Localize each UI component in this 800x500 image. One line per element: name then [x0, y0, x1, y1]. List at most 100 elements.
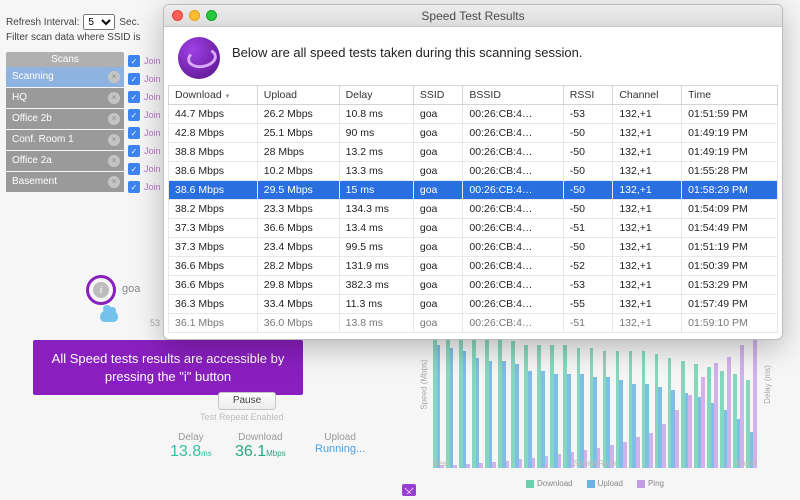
remove-scan-icon[interactable]: × — [108, 113, 120, 125]
remove-scan-icon[interactable]: × — [108, 176, 120, 188]
join-link[interactable]: Join — [144, 92, 161, 102]
bar-group — [720, 357, 731, 468]
checkbox-icon[interactable]: ✓ — [128, 91, 140, 103]
bar-group — [433, 325, 444, 468]
scan-item[interactable]: Basement× — [6, 172, 124, 192]
scan-list: Scanning×HQ×Office 2b×Conf. Room 1×Offic… — [6, 67, 124, 192]
checkbox-icon[interactable]: ✓ — [128, 145, 140, 157]
info-icon[interactable]: i — [93, 282, 109, 298]
column-header[interactable]: Delay — [339, 86, 413, 105]
speed-rank-chart: Speed (Mbps) Delay (ms) Best Speed Rank … — [405, 320, 785, 490]
table-row[interactable]: 37.3 Mbps36.6 Mbps13.4 msgoa00:26:CB:4…-… — [169, 219, 778, 238]
bar-group — [446, 329, 457, 469]
scan-item[interactable]: Office 2b× — [6, 109, 124, 129]
bar-group — [655, 354, 666, 468]
filter-row: Filter scan data where SSID is — [6, 32, 141, 43]
sort-indicator-icon: ▾ — [226, 93, 230, 100]
checkbox-icon[interactable]: ✓ — [128, 127, 140, 139]
join-link[interactable]: Join — [144, 182, 161, 192]
bar-group — [563, 345, 574, 468]
x-axis-label: Speed Rank — [405, 459, 785, 468]
table-row[interactable]: 36.6 Mbps28.2 Mbps131.9 msgoa00:26:CB:4…… — [169, 257, 778, 276]
instruction-callout: All Speed tests results are accessible b… — [33, 340, 303, 395]
column-header[interactable]: Channel — [613, 86, 682, 105]
join-link[interactable]: Join — [144, 164, 161, 174]
bar-group — [485, 335, 496, 468]
speed-test-results-window: Speed Test Results Below are all speed t… — [163, 4, 783, 340]
bar-group — [577, 348, 588, 468]
table-row[interactable]: 36.6 Mbps29.8 Mbps382.3 msgoa00:26:CB:4…… — [169, 276, 778, 295]
info-button-highlight: i — [86, 275, 116, 305]
column-header[interactable]: BSSID — [463, 86, 563, 105]
scan-item[interactable]: Office 2a× — [6, 151, 124, 171]
table-row[interactable]: 42.8 Mbps25.1 Mbps90 msgoa00:26:CB:4…-50… — [169, 124, 778, 143]
delay-metric: Delay 13.8ms — [170, 432, 212, 461]
join-link[interactable]: Join — [144, 146, 161, 156]
bar-group — [629, 351, 640, 468]
table-row[interactable]: 36.1 Mbps36.0 Mbps13.8 msgoa00:26:CB:4…-… — [169, 314, 778, 333]
checkbox-icon[interactable]: ✓ — [128, 55, 140, 67]
table-row[interactable]: 37.3 Mbps23.4 Mbps99.5 msgoa00:26:CB:4…-… — [169, 238, 778, 257]
table-row[interactable]: 44.7 Mbps26.2 Mbps10.8 msgoa00:26:CB:4…-… — [169, 105, 778, 124]
bar-group — [498, 338, 509, 468]
test-repeat-label: Test Repeat Enabled — [200, 412, 284, 422]
bar-group — [733, 345, 744, 468]
cloud-icon[interactable] — [100, 310, 118, 322]
bar-group — [459, 332, 470, 468]
scan-item[interactable]: Scanning× — [6, 67, 124, 87]
join-link[interactable]: Join — [144, 56, 161, 66]
table-row[interactable]: 36.3 Mbps33.4 Mbps11.3 msgoa00:26:CB:4…-… — [169, 295, 778, 314]
table-row[interactable]: 38.2 Mbps23.3 Mbps134.3 msgoa00:26:CB:4…… — [169, 200, 778, 219]
filter-label: Filter scan data where SSID is — [6, 32, 141, 43]
remove-scan-icon[interactable]: × — [108, 155, 120, 167]
table-row[interactable]: 38.6 Mbps10.2 Mbps13.3 msgoa00:26:CB:4…-… — [169, 162, 778, 181]
y-axis-right-label: Delay (ms) — [763, 365, 772, 404]
column-header[interactable]: Upload — [257, 86, 339, 105]
window-titlebar[interactable]: Speed Test Results — [164, 5, 782, 27]
window-minimize-button[interactable] — [189, 10, 200, 21]
selected-ssid-label: goa — [122, 283, 140, 295]
bar-group — [668, 358, 679, 468]
bar-group — [550, 345, 561, 468]
join-link[interactable]: Join — [144, 110, 161, 120]
modal-message: Below are all speed tests taken during t… — [232, 45, 582, 60]
join-link[interactable]: Join — [144, 128, 161, 138]
results-table[interactable]: Download▾UploadDelaySSIDBSSIDRSSIChannel… — [168, 85, 778, 333]
app-icon — [178, 37, 220, 79]
x-axis-worst: Worst — [736, 459, 757, 468]
scan-item[interactable]: Conf. Room 1× — [6, 130, 124, 150]
upload-metric: Upload Running... — [315, 432, 365, 455]
scans-header: Scans — [6, 52, 124, 67]
bar-group — [642, 351, 653, 468]
scan-item[interactable]: HQ× — [6, 88, 124, 108]
bar-group — [524, 345, 535, 468]
remove-scan-icon[interactable]: × — [108, 92, 120, 104]
column-header[interactable]: Download▾ — [169, 86, 258, 105]
bar-group — [746, 331, 757, 468]
chart-type-icon[interactable] — [402, 484, 416, 496]
join-link[interactable]: Join — [144, 74, 161, 84]
checkbox-icon[interactable]: ✓ — [128, 73, 140, 85]
refresh-interval-label: Refresh Interval: — [6, 17, 79, 28]
window-zoom-button[interactable] — [206, 10, 217, 21]
column-header[interactable]: Time — [682, 86, 778, 105]
checkbox-icon[interactable]: ✓ — [128, 109, 140, 121]
bar-group — [707, 363, 718, 468]
remove-scan-icon[interactable]: × — [108, 71, 120, 83]
column-header[interactable]: RSSI — [563, 86, 613, 105]
remove-scan-icon[interactable]: × — [108, 134, 120, 146]
table-row[interactable]: 38.8 Mbps28 Mbps13.2 msgoa00:26:CB:4…-50… — [169, 143, 778, 162]
bar-group — [537, 345, 548, 468]
chart-legend: Download Upload Ping — [405, 479, 785, 488]
table-row[interactable]: 38.6 Mbps29.5 Mbps15 msgoa00:26:CB:4…-50… — [169, 181, 778, 200]
bar-group — [511, 341, 522, 468]
column-header[interactable]: SSID — [413, 86, 463, 105]
checkbox-icon[interactable]: ✓ — [128, 181, 140, 193]
bar-group — [681, 361, 692, 468]
checkbox-icon[interactable]: ✓ — [128, 163, 140, 175]
window-close-button[interactable] — [172, 10, 183, 21]
refresh-interval-select[interactable]: 5 — [83, 14, 115, 30]
y-axis-left-label: Speed (Mbps) — [420, 359, 429, 409]
pause-button[interactable]: Pause — [218, 392, 276, 410]
bar-group — [694, 364, 705, 468]
